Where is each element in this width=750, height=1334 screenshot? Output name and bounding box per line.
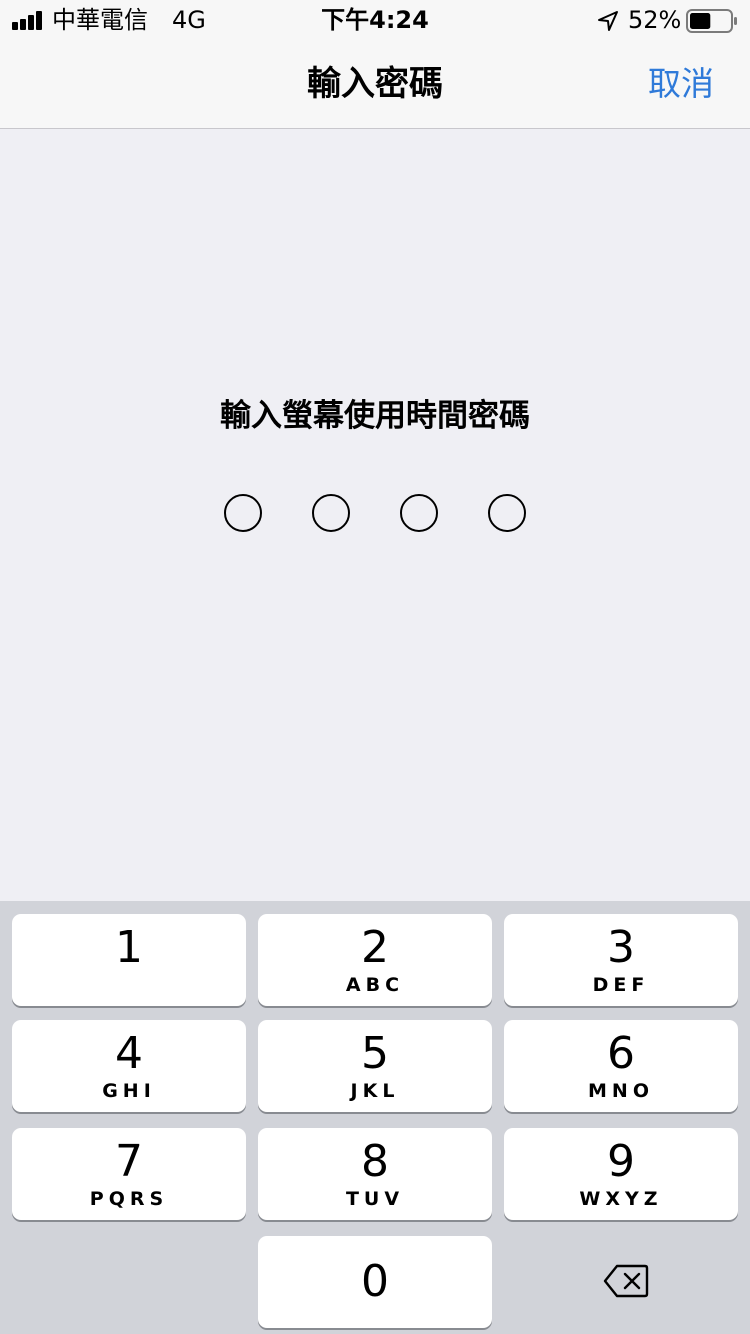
passcode-dot: [488, 494, 526, 532]
status-bar: 中華電信 4G 下午4:24 52%: [0, 0, 750, 40]
key-letters: DEF: [592, 974, 650, 996]
key-letters: PQRS: [89, 1188, 169, 1210]
key-8[interactable]: 8 TUV: [258, 1128, 492, 1220]
passcode-dot: [400, 494, 438, 532]
key-4[interactable]: 4 GHI: [12, 1020, 246, 1112]
key-letters: GHI: [102, 1080, 156, 1102]
delete-backspace-icon: [603, 1264, 649, 1298]
passcode-dots: [0, 494, 750, 534]
key-letters: ABC: [345, 974, 405, 996]
key-digit: 4: [115, 1028, 143, 1079]
key-digit: 8: [361, 1136, 389, 1187]
key-digit: 7: [115, 1136, 143, 1187]
passcode-dot: [224, 494, 262, 532]
key-letters: WXYZ: [579, 1188, 663, 1210]
key-digit: 2: [361, 922, 389, 973]
location-arrow-icon: [598, 11, 618, 31]
page-title: 輸入密碼: [307, 64, 443, 104]
battery-percent: 52%: [628, 6, 682, 34]
key-3[interactable]: 3 DEF: [504, 914, 738, 1006]
numeric-keypad: 1 2 ABC 3 DEF 4 GHI 5 JKL 6 MNO 7 PQRS 8…: [0, 901, 750, 1334]
key-digit: 5: [361, 1028, 389, 1079]
key-7[interactable]: 7 PQRS: [12, 1128, 246, 1220]
key-letters: JKL: [350, 1080, 400, 1102]
key-digit: 6: [607, 1028, 635, 1079]
navigation-bar: 輸入密碼 取消: [0, 40, 750, 129]
key-letters: MNO: [588, 1080, 654, 1102]
key-digit: 9: [607, 1136, 635, 1187]
passcode-dot: [312, 494, 350, 532]
key-5[interactable]: 5 JKL: [258, 1020, 492, 1112]
key-0[interactable]: 0: [258, 1236, 492, 1328]
key-letters: TUV: [345, 1188, 405, 1210]
key-1[interactable]: 1: [12, 914, 246, 1006]
key-digit: 3: [607, 922, 635, 973]
key-6[interactable]: 6 MNO: [504, 1020, 738, 1112]
key-9[interactable]: 9 WXYZ: [504, 1128, 738, 1220]
passcode-prompt: 輸入螢幕使用時間密碼: [220, 398, 530, 434]
cancel-button[interactable]: 取消: [648, 40, 714, 128]
key-2[interactable]: 2 ABC: [258, 914, 492, 1006]
delete-button[interactable]: [504, 1236, 738, 1328]
battery-icon: [686, 9, 737, 33]
key-digit: 0: [361, 1256, 389, 1307]
key-digit: 1: [115, 922, 143, 973]
